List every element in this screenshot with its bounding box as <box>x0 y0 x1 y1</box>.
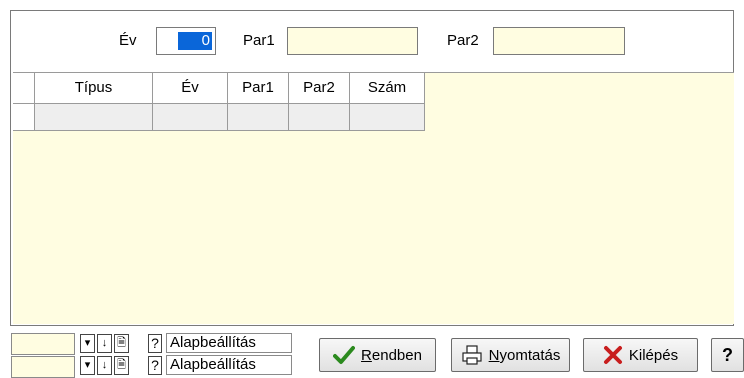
ev-input[interactable]: 0 <box>156 27 216 55</box>
document-icon[interactable]: 🗎 <box>114 334 129 353</box>
par1-label: Par1 <box>243 32 275 49</box>
table-cell[interactable] <box>289 104 350 131</box>
settings-combo-1[interactable] <box>11 333 75 355</box>
close-icon <box>603 345 623 365</box>
help-button[interactable]: ? <box>711 338 744 372</box>
document-icon[interactable]: 🗎 <box>114 356 129 375</box>
column-header-szam[interactable]: Szám <box>350 73 425 104</box>
settings-name-2[interactable]: Alapbeállítás <box>166 355 292 375</box>
row-indicator[interactable] <box>13 104 35 131</box>
par2-input[interactable] <box>493 27 625 55</box>
dropdown-arrow-icon[interactable]: ▾ <box>80 356 95 375</box>
dropdown-arrow-icon[interactable]: ▾ <box>80 334 95 353</box>
column-header-tipus[interactable]: Típus <box>35 73 153 104</box>
settings-combo-2[interactable] <box>11 356 75 378</box>
column-header-ev[interactable]: Év <box>153 73 228 104</box>
ok-button[interactable]: Rendben <box>319 338 436 372</box>
ev-label: Év <box>119 32 137 49</box>
grid-corner-cell <box>13 73 35 104</box>
table-cell[interactable] <box>228 104 289 131</box>
par2-label: Par2 <box>447 32 479 49</box>
help-small-icon[interactable]: ? <box>148 356 162 375</box>
column-header-par2[interactable]: Par2 <box>289 73 350 104</box>
column-header-par1[interactable]: Par1 <box>228 73 289 104</box>
exit-button-label: Kilépés <box>628 346 679 364</box>
checkmark-icon <box>333 345 356 365</box>
help-small-icon[interactable]: ? <box>148 334 162 353</box>
table-cell[interactable] <box>35 104 153 131</box>
print-button[interactable]: Nyomtatás <box>451 338 570 372</box>
ev-input-value: 0 <box>178 32 212 50</box>
par1-input[interactable] <box>287 27 418 55</box>
data-grid[interactable]: Típus Év Par1 Par2 Szám <box>13 72 734 324</box>
table-cell[interactable] <box>350 104 425 131</box>
down-arrow-icon[interactable]: ↓ <box>97 334 112 353</box>
printer-icon <box>461 345 483 365</box>
settings-name-1[interactable]: Alapbeállítás <box>166 333 292 353</box>
print-button-label: Nyomtatás <box>488 346 561 364</box>
exit-button[interactable]: Kilépés <box>583 338 698 372</box>
ok-button-label: Rendben <box>361 346 422 364</box>
down-arrow-icon[interactable]: ↓ <box>97 356 112 375</box>
table-cell[interactable] <box>153 104 228 131</box>
